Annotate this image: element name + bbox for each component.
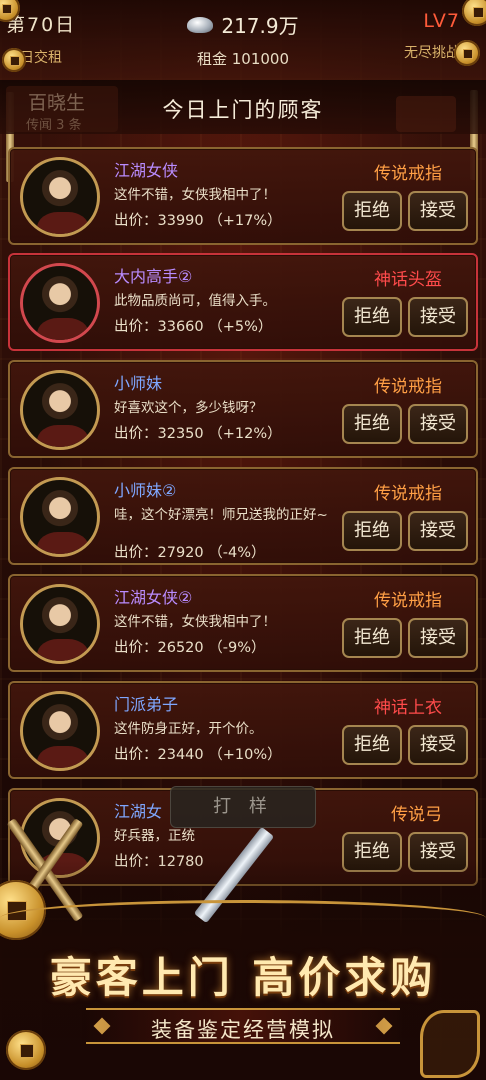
customer-dialogue: 这件不错，女侠我相中了！	[114, 187, 276, 203]
customer-card: 江湖女侠② 这件不错，女侠我相中了！ 出价：26520 （-9%） 传说戒指 拒…	[8, 574, 478, 672]
customer-dialogue: 此物品质尚可，值得入手。	[114, 293, 276, 309]
reject-button[interactable]: 拒绝	[342, 404, 402, 444]
customer-offer: 出价：27920 （-4%）	[114, 545, 266, 561]
coin-icon	[2, 48, 26, 72]
endless-challenge-label: 无尽挑战	[404, 45, 460, 61]
customer-avatar	[20, 584, 100, 664]
customer-dialogue: 这件不错，女侠我相中了！	[114, 614, 276, 630]
level-badge: LV7	[423, 10, 460, 32]
customer-avatar	[20, 157, 100, 237]
customer-name: 江湖女	[114, 802, 163, 821]
reject-button[interactable]: 拒绝	[342, 191, 402, 231]
banner-subtitle-frame: 装备鉴定经营模拟	[86, 1008, 400, 1044]
banner-title: 豪客上门 高价求购	[49, 953, 437, 1002]
silver-ingot-icon	[187, 16, 214, 33]
requested-item: 传说戒指	[374, 484, 442, 504]
accept-button[interactable]: 接受	[408, 297, 468, 337]
customer-offer: 出价：33990 （+17%）	[114, 213, 282, 229]
accept-button[interactable]: 接受	[408, 191, 468, 231]
customer-avatar	[20, 263, 100, 343]
requested-item: 传说戒指	[374, 591, 442, 611]
accept-button[interactable]: 接受	[408, 511, 468, 551]
reject-button[interactable]: 拒绝	[342, 297, 402, 337]
customer-dialogue: 哇，这个好漂亮！师兄送我的正好~	[114, 507, 328, 523]
reject-button[interactable]: 拒绝	[342, 725, 402, 765]
customer-name: 小师妹②	[114, 481, 177, 500]
dragon-icon	[420, 1010, 480, 1078]
customer-dialogue: 好喜欢这个，多少钱呀？	[114, 400, 263, 416]
money-display: 217.9万	[187, 10, 299, 39]
customer-card: 大内高手② 此物品质尚可，值得入手。 出价：33660 （+5%） 神话头盔 拒…	[8, 253, 478, 351]
requested-item: 神话上衣	[374, 698, 442, 718]
money-value: 217.9万	[221, 14, 299, 38]
customer-avatar	[20, 691, 100, 771]
requested-item: 传说戒指	[374, 164, 442, 184]
customer-name: 江湖女侠	[114, 161, 179, 180]
customer-offer: 出价：26520 （-9%）	[114, 640, 266, 656]
customer-avatar	[20, 370, 100, 450]
customer-card: 小师妹 好喜欢这个，多少钱呀？ 出价：32350 （+12%） 传说戒指 拒绝 …	[8, 360, 478, 458]
customer-name: 大内高手②	[114, 267, 193, 286]
coin-icon	[6, 1030, 46, 1070]
requested-item: 神话头盔	[374, 270, 442, 290]
requested-item: 传说戒指	[374, 377, 442, 397]
customer-avatar	[20, 477, 100, 557]
customer-dialogue: 这件防身正好，开个价。	[114, 721, 263, 737]
accept-button[interactable]: 接受	[408, 618, 468, 658]
customer-card: 江湖女侠 这件不错，女侠我相中了！ 出价：33990 （+17%） 传说戒指 拒…	[8, 147, 478, 245]
reject-button[interactable]: 拒绝	[342, 618, 402, 658]
requested-item: 传说弓	[391, 805, 442, 825]
customer-card: 门派弟子 这件防身正好，开个价。 出价：23440 （+10%） 神话上衣 拒绝…	[8, 681, 478, 779]
top-status-bar: 第70日 今日交租 217.9万 租金 101000 LV7 无尽挑战	[0, 0, 486, 80]
level-section[interactable]: LV7 无尽挑战	[404, 10, 460, 62]
coin-icon	[454, 40, 480, 66]
accept-button[interactable]: 接受	[408, 404, 468, 444]
customer-card: 小师妹② 哇，这个好漂亮！师兄送我的正好~ 出价：27920 （-4%） 传说戒…	[8, 467, 478, 565]
customer-offer: 出价：32350 （+12%）	[114, 426, 282, 442]
customer-name: 门派弟子	[114, 695, 179, 714]
accept-button[interactable]: 接受	[408, 725, 468, 765]
customer-name: 江湖女侠②	[114, 588, 193, 607]
customer-name: 小师妹	[114, 374, 163, 393]
reject-button[interactable]: 拒绝	[342, 511, 402, 551]
close-button[interactable]	[396, 96, 456, 132]
customer-offer: 出价：33660 （+5%）	[114, 319, 273, 335]
customer-offer: 出价：23440 （+10%）	[114, 747, 282, 763]
customer-panel-header: 百晓生 传闻 3 条 今日上门的顾客	[0, 80, 486, 134]
customer-dialogue: 好兵器，正统	[114, 828, 195, 844]
banner-subtitle: 装备鉴定经营模拟	[151, 1018, 335, 1042]
smith-button[interactable]: 打 样	[170, 786, 316, 828]
